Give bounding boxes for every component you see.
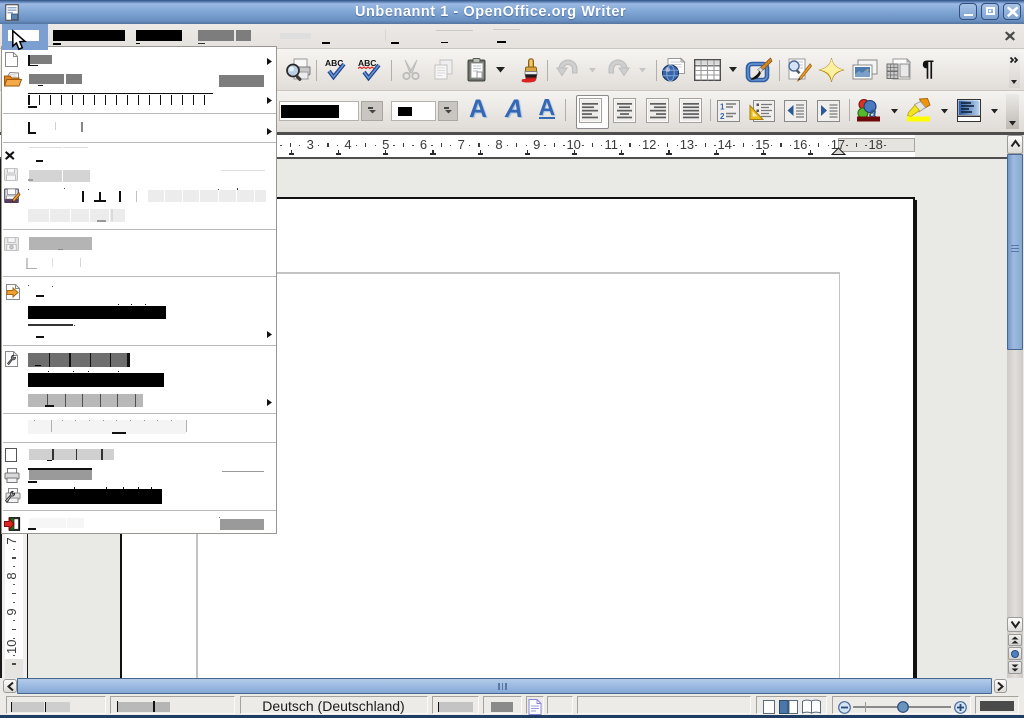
svg-text:1: 1 xyxy=(720,102,725,111)
svg-text:ABC: ABC xyxy=(358,58,376,68)
svg-text:2: 2 xyxy=(720,112,725,121)
